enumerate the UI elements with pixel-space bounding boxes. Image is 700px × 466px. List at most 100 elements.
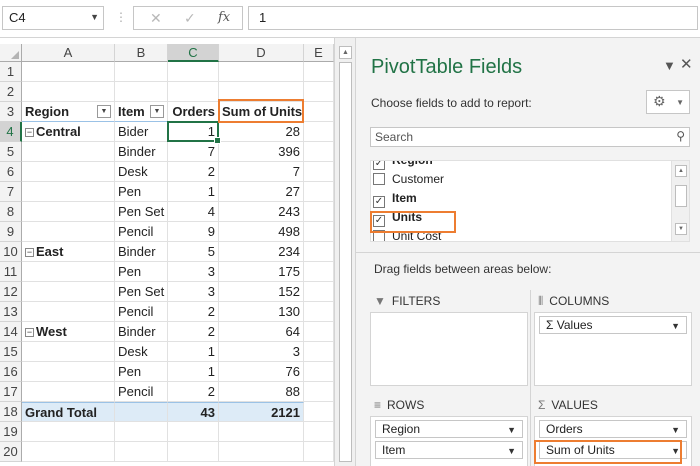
units-cell[interactable]: 27 [219,182,304,202]
column-header-d[interactable]: D [219,44,304,62]
cell[interactable] [304,82,334,102]
field-item-units[interactable]: ✓ Units [373,208,422,227]
item-cell[interactable]: Binder [115,242,168,262]
column-header-c[interactable]: C [168,44,219,62]
orders-cell[interactable]: 1 [168,342,219,362]
item-cell[interactable]: Desk [115,342,168,362]
chevron-down-icon[interactable]: ▼ [507,443,516,459]
pane-options-chevron-icon[interactable]: ▼ [663,58,676,73]
cell[interactable] [115,422,168,442]
row-header-12[interactable]: 12 [0,282,22,302]
item-cell[interactable]: Binder [115,322,168,342]
pivot-row-label[interactable] [22,202,115,222]
select-all-corner[interactable] [0,44,22,62]
cell[interactable] [304,102,334,122]
cell[interactable] [304,122,334,142]
units-cell[interactable]: 152 [219,282,304,302]
units-cell[interactable]: 3 [219,342,304,362]
cell[interactable] [115,82,168,102]
pivot-row-label[interactable] [22,302,115,322]
row-header-10[interactable]: 10 [0,242,22,262]
chevron-down-icon[interactable]: ▼ [671,422,680,438]
column-header-b[interactable]: B [115,44,168,62]
cell[interactable] [304,162,334,182]
grand-total-units[interactable]: 2121 [219,402,304,422]
row-header-6[interactable]: 6 [0,162,22,182]
spreadsheet-grid[interactable]: A B C D E 1 2 3 4 5 6 7 8 9 10 11 12 13 14 15 16 17 18 19 20 Regi… [0,38,334,466]
cell[interactable] [304,262,334,282]
pivot-row-label[interactable]: − West [22,322,115,342]
item-cell[interactable]: Desk [115,162,168,182]
cell[interactable] [304,382,334,402]
scroll-thumb[interactable] [675,185,687,207]
pivot-row-label[interactable] [22,282,115,302]
cell[interactable] [219,422,304,442]
pivot-row-label[interactable] [22,362,115,382]
item-cell[interactable]: Pen Set [115,282,168,302]
cell[interactable] [115,62,168,82]
field-list[interactable]: Unit Cost ✓ Units ✓ Item Customer ✓ Region ▲ ▼ [370,160,690,242]
scroll-thumb[interactable] [339,62,352,462]
chevron-down-icon[interactable]: ▼ [671,443,680,459]
field-list-scrollbar[interactable]: ▲ ▼ [671,161,689,241]
orders-cell[interactable]: 7 [168,142,219,162]
checkbox-icon[interactable] [373,230,385,241]
cell[interactable] [219,442,304,462]
cell[interactable] [219,62,304,82]
pivot-header-item[interactable]: Item ▼ [115,102,168,122]
filter-dropdown-icon[interactable]: ▼ [150,105,164,118]
orders-cell[interactable]: 2 [168,302,219,322]
column-header-a[interactable]: A [22,44,115,62]
units-cell[interactable]: 76 [219,362,304,382]
pivot-header-units[interactable]: Sum of Units [219,102,304,122]
units-cell[interactable]: 396 [219,142,304,162]
row-header-4[interactable]: 4 [0,122,22,142]
units-cell[interactable]: 234 [219,242,304,262]
chevron-down-icon[interactable]: ▼ [507,422,516,438]
rows-chip-item[interactable]: Item ▼ [375,441,523,459]
checkbox-icon[interactable] [373,173,385,185]
checkbox-checked-icon[interactable]: ✓ [373,215,385,227]
row-header-7[interactable]: 7 [0,182,22,202]
row-header-9[interactable]: 9 [0,222,22,242]
chevron-down-icon[interactable]: ▼ [671,318,680,334]
cell[interactable] [22,82,115,102]
cell[interactable] [304,142,334,162]
orders-cell[interactable]: 2 [168,322,219,342]
cell[interactable] [168,422,219,442]
row-header-2[interactable]: 2 [0,82,22,102]
units-cell[interactable]: 64 [219,322,304,342]
field-item-unit-cost[interactable]: Unit Cost [373,227,441,241]
name-box[interactable]: C4 ▼ [2,6,104,30]
cell[interactable] [304,322,334,342]
cell[interactable] [115,442,168,462]
column-header-e[interactable]: E [304,44,334,62]
grand-total-label[interactable]: Grand Total [22,402,115,422]
pivot-header-region[interactable]: Region ▼ [22,102,115,122]
pivot-row-label[interactable] [22,222,115,242]
cell[interactable] [304,242,334,262]
row-header-14[interactable]: 14 [0,322,22,342]
cell[interactable] [168,62,219,82]
cell[interactable] [304,282,334,302]
pivot-row-label[interactable] [22,262,115,282]
insert-function-icon[interactable]: fx [218,10,230,25]
orders-cell[interactable]: 1 [168,122,219,142]
checkbox-checked-icon[interactable]: ✓ [373,196,385,208]
orders-cell[interactable]: 2 [168,162,219,182]
row-header-18[interactable]: 18 [0,402,22,422]
cell[interactable] [304,62,334,82]
item-cell[interactable]: Pen Set [115,202,168,222]
orders-cell[interactable]: 3 [168,262,219,282]
collapse-icon[interactable]: − [25,248,34,257]
row-header-1[interactable]: 1 [0,62,22,82]
collapse-icon[interactable]: − [25,128,34,137]
cell[interactable] [22,422,115,442]
row-header-11[interactable]: 11 [0,262,22,282]
units-cell[interactable]: 498 [219,222,304,242]
pivot-header-orders[interactable]: Orders [168,102,219,122]
orders-cell[interactable]: 5 [168,242,219,262]
units-cell[interactable]: 28 [219,122,304,142]
scroll-up-icon[interactable]: ▲ [675,165,687,177]
cell[interactable] [304,362,334,382]
